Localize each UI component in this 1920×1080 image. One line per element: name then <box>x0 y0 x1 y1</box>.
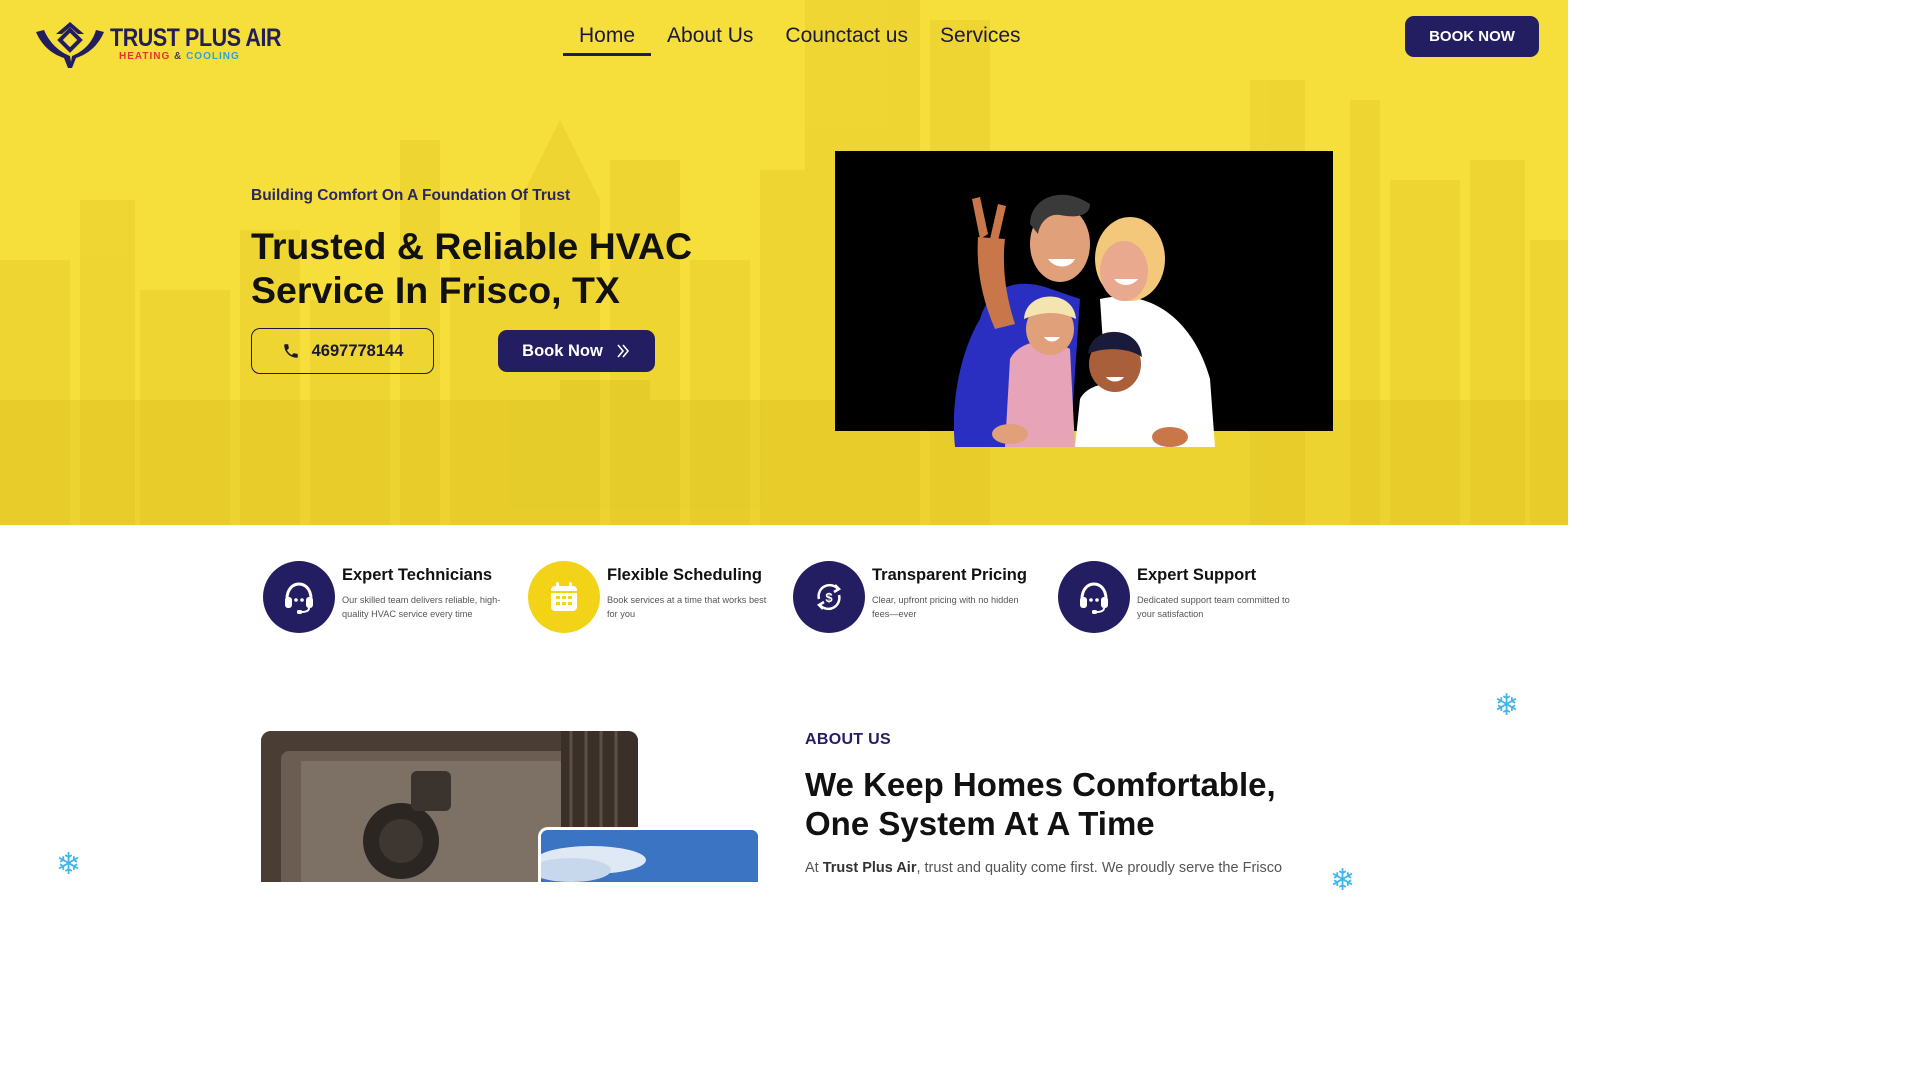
hero-headline: Trusted & Reliable HVAC Service In Frisc… <box>251 225 693 311</box>
about-section-title: We Keep Homes Comfortable, One System At… <box>805 766 1276 842</box>
phone-number: 4697778144 <box>311 341 404 360</box>
brand-subtitle: HEATING & COOLING <box>119 51 240 62</box>
nav-home[interactable]: Home <box>563 22 652 56</box>
feature-icon-circle <box>528 561 600 633</box>
phone-call-button[interactable]: 4697778144 <box>251 328 434 374</box>
feature-flexible-scheduling: Flexible Scheduling Book services at a t… <box>528 561 793 633</box>
feature-title: Expert Technicians <box>342 566 493 584</box>
brand-logo[interactable]: TRUST PLUS AIR HEATING & COOLING <box>34 18 309 70</box>
nav-contact-us[interactable]: Counctact us <box>769 22 924 56</box>
feature-description: Our skilled team delivers reliable, high… <box>342 595 501 619</box>
phone-icon <box>283 344 298 358</box>
nav-about-us[interactable]: About Us <box>651 22 769 56</box>
book-now-label: Book Now <box>522 341 603 360</box>
svg-text:$: $ <box>825 590 833 605</box>
snowflake-icon: ❄ <box>1330 864 1356 897</box>
book-now-hero-button[interactable]: Book Now <box>498 330 655 372</box>
sky-illustration <box>541 830 758 882</box>
sky-photo <box>538 827 761 882</box>
feature-description: Book services at a time that works best … <box>607 595 767 619</box>
brand-name: TRUST PLUS AIR <box>110 24 282 52</box>
hero-family-image <box>835 151 1333 447</box>
feature-title: Flexible Scheduling <box>607 566 762 584</box>
feature-description: Dedicated support team committed to your… <box>1137 595 1290 619</box>
feature-icon-circle: $ <box>793 561 865 633</box>
book-now-header-button[interactable]: BOOK NOW <box>1405 16 1539 57</box>
feature-icon-circle <box>1058 561 1130 633</box>
feature-title: Transparent Pricing <box>872 566 1027 584</box>
feature-transparent-pricing: $ Transparent Pricing Clear, upfront pri… <box>793 561 1058 633</box>
snowflake-icon: ❄ <box>56 848 82 881</box>
dollar-cycle-icon: $ <box>816 583 842 611</box>
feature-expert-support: Expert Support Dedicated support team co… <box>1058 561 1323 633</box>
headset-icon <box>285 582 313 614</box>
calendar-icon <box>551 582 577 611</box>
about-section-label: ABOUT US <box>805 731 891 748</box>
snowflake-icon: ❄ <box>1494 689 1520 722</box>
about-brand-name: Trust Plus Air <box>822 860 917 876</box>
hands-house-logo-icon <box>36 22 104 68</box>
hero-tagline: Building Comfort On A Foundation Of Trus… <box>251 187 571 204</box>
double-chevron-right-icon <box>617 344 629 358</box>
features-row: Expert Technicians Our skilled team deli… <box>263 561 1323 633</box>
family-illustration <box>953 194 1215 447</box>
headset-icon <box>1080 582 1108 614</box>
feature-description: Clear, upfront pricing with no hidden fe… <box>872 595 1019 619</box>
feature-title: Expert Support <box>1137 566 1257 584</box>
main-nav: Home About Us Counctact us Services <box>563 22 1037 56</box>
about-section-text: At Trust Plus Air, trust and quality com… <box>805 860 1283 876</box>
hero-section: TRUST PLUS AIR HEATING & COOLING Home Ab… <box>0 0 1568 525</box>
feature-expert-technicians: Expert Technicians Our skilled team deli… <box>263 561 528 633</box>
nav-services[interactable]: Services <box>924 22 1037 56</box>
feature-icon-circle <box>263 561 335 633</box>
